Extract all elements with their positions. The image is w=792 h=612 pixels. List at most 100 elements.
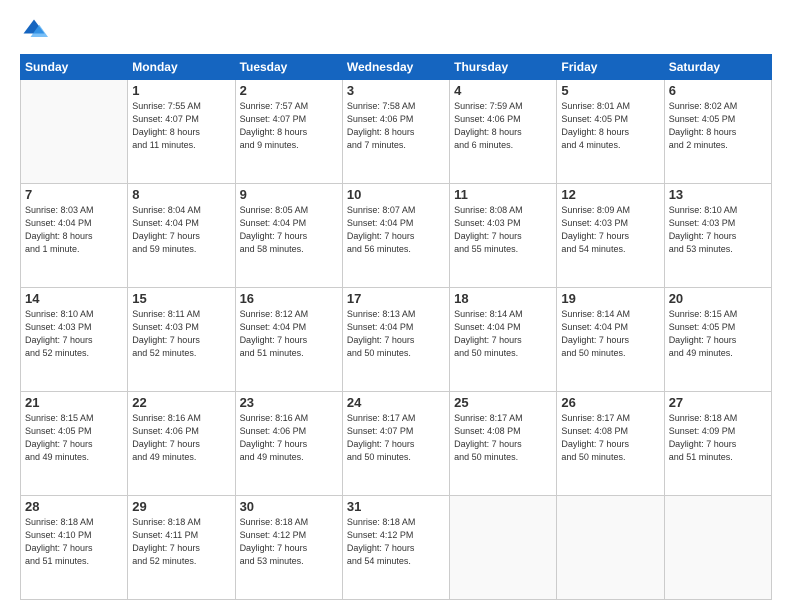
day-number: 12 bbox=[561, 187, 659, 202]
calendar-cell bbox=[21, 80, 128, 184]
day-number: 3 bbox=[347, 83, 445, 98]
calendar-cell bbox=[557, 496, 664, 600]
day-number: 8 bbox=[132, 187, 230, 202]
day-info: Sunrise: 8:15 AMSunset: 4:05 PMDaylight:… bbox=[25, 412, 123, 464]
calendar-cell: 3 Sunrise: 7:58 AMSunset: 4:06 PMDaylight… bbox=[342, 80, 449, 184]
day-number: 9 bbox=[240, 187, 338, 202]
day-info: Sunrise: 8:10 AMSunset: 4:03 PMDaylight:… bbox=[25, 308, 123, 360]
day-number: 24 bbox=[347, 395, 445, 410]
logo bbox=[20, 16, 52, 44]
day-number: 17 bbox=[347, 291, 445, 306]
col-header-tuesday: Tuesday bbox=[235, 55, 342, 80]
day-number: 25 bbox=[454, 395, 552, 410]
calendar-cell: 2 Sunrise: 7:57 AMSunset: 4:07 PMDaylight… bbox=[235, 80, 342, 184]
day-info: Sunrise: 8:02 AMSunset: 4:05 PMDaylight:… bbox=[669, 100, 767, 152]
calendar-header-row: SundayMondayTuesdayWednesdayThursdayFrid… bbox=[21, 55, 772, 80]
calendar-cell: 5Sunrise: 8:01 AMSunset: 4:05 PMDaylight… bbox=[557, 80, 664, 184]
day-number: 10 bbox=[347, 187, 445, 202]
calendar-cell: 23 Sunrise: 8:16 AMSunset: 4:06 PMDayligh… bbox=[235, 392, 342, 496]
calendar-cell: 22 Sunrise: 8:16 AMSunset: 4:06 PMDayligh… bbox=[128, 392, 235, 496]
day-info: Sunrise: 8:09 AMSunset: 4:03 PMDaylight:… bbox=[561, 204, 659, 256]
day-number: 26 bbox=[561, 395, 659, 410]
calendar-table: SundayMondayTuesdayWednesdayThursdayFrid… bbox=[20, 54, 772, 600]
calendar-cell: 29Sunrise: 8:18 AMSunset: 4:11 PMDayligh… bbox=[128, 496, 235, 600]
day-number: 23 bbox=[240, 395, 338, 410]
day-info: Sunrise: 8:04 AMSunset: 4:04 PMDaylight:… bbox=[132, 204, 230, 256]
day-info: Sunrise: 8:11 AMSunset: 4:03 PMDaylight:… bbox=[132, 308, 230, 360]
day-info: Sunrise: 7:57 AMSunset: 4:07 PMDaylight:… bbox=[240, 100, 338, 152]
calendar-cell: 28Sunrise: 8:18 AMSunset: 4:10 PMDayligh… bbox=[21, 496, 128, 600]
day-info: Sunrise: 8:14 AMSunset: 4:04 PMDaylight:… bbox=[454, 308, 552, 360]
calendar-cell: 7 Sunrise: 8:03 AMSunset: 4:04 PMDaylight… bbox=[21, 184, 128, 288]
day-number: 1 bbox=[132, 83, 230, 98]
day-number: 16 bbox=[240, 291, 338, 306]
day-number: 13 bbox=[669, 187, 767, 202]
day-info: Sunrise: 7:58 AMSunset: 4:06 PMDaylight:… bbox=[347, 100, 445, 152]
day-info: Sunrise: 8:15 AMSunset: 4:05 PMDaylight:… bbox=[669, 308, 767, 360]
calendar-cell: 20 Sunrise: 8:15 AMSunset: 4:05 PMDayligh… bbox=[664, 288, 771, 392]
calendar-cell: 31 Sunrise: 8:18 AMSunset: 4:12 PMDayligh… bbox=[342, 496, 449, 600]
day-info: Sunrise: 8:18 AMSunset: 4:10 PMDaylight:… bbox=[25, 516, 123, 568]
calendar-cell: 30 Sunrise: 8:18 AMSunset: 4:12 PMDayligh… bbox=[235, 496, 342, 600]
calendar-cell bbox=[450, 496, 557, 600]
day-number: 22 bbox=[132, 395, 230, 410]
day-info: Sunrise: 8:12 AMSunset: 4:04 PMDaylight:… bbox=[240, 308, 338, 360]
day-number: 2 bbox=[240, 83, 338, 98]
col-header-wednesday: Wednesday bbox=[342, 55, 449, 80]
calendar-cell: 9 Sunrise: 8:05 AMSunset: 4:04 PMDaylight… bbox=[235, 184, 342, 288]
day-info: Sunrise: 8:03 AMSunset: 4:04 PMDaylight:… bbox=[25, 204, 123, 256]
calendar-cell: 14Sunrise: 8:10 AMSunset: 4:03 PMDayligh… bbox=[21, 288, 128, 392]
col-header-saturday: Saturday bbox=[664, 55, 771, 80]
calendar-cell: 11 Sunrise: 8:08 AMSunset: 4:03 PMDayligh… bbox=[450, 184, 557, 288]
day-number: 18 bbox=[454, 291, 552, 306]
day-info: Sunrise: 8:16 AMSunset: 4:06 PMDaylight:… bbox=[132, 412, 230, 464]
calendar-cell: 21 Sunrise: 8:15 AMSunset: 4:05 PMDayligh… bbox=[21, 392, 128, 496]
day-number: 11 bbox=[454, 187, 552, 202]
day-info: Sunrise: 8:16 AMSunset: 4:06 PMDaylight:… bbox=[240, 412, 338, 464]
calendar-cell: 13 Sunrise: 8:10 AMSunset: 4:03 PMDayligh… bbox=[664, 184, 771, 288]
calendar-cell: 16 Sunrise: 8:12 AMSunset: 4:04 PMDayligh… bbox=[235, 288, 342, 392]
calendar-cell: 25Sunrise: 8:17 AMSunset: 4:08 PMDayligh… bbox=[450, 392, 557, 496]
header bbox=[20, 16, 772, 44]
week-row-3: 14Sunrise: 8:10 AMSunset: 4:03 PMDayligh… bbox=[21, 288, 772, 392]
col-header-sunday: Sunday bbox=[21, 55, 128, 80]
page: SundayMondayTuesdayWednesdayThursdayFrid… bbox=[0, 0, 792, 612]
day-info: Sunrise: 8:08 AMSunset: 4:03 PMDaylight:… bbox=[454, 204, 552, 256]
calendar-cell: 4Sunrise: 7:59 AMSunset: 4:06 PMDaylight… bbox=[450, 80, 557, 184]
day-number: 6 bbox=[669, 83, 767, 98]
day-info: Sunrise: 8:18 AMSunset: 4:12 PMDaylight:… bbox=[240, 516, 338, 568]
calendar-cell: 17Sunrise: 8:13 AMSunset: 4:04 PMDayligh… bbox=[342, 288, 449, 392]
day-info: Sunrise: 8:10 AMSunset: 4:03 PMDaylight:… bbox=[669, 204, 767, 256]
day-number: 15 bbox=[132, 291, 230, 306]
day-number: 20 bbox=[669, 291, 767, 306]
logo-icon bbox=[20, 16, 48, 44]
calendar-cell: 18 Sunrise: 8:14 AMSunset: 4:04 PMDayligh… bbox=[450, 288, 557, 392]
calendar-cell: 27Sunrise: 8:18 AMSunset: 4:09 PMDayligh… bbox=[664, 392, 771, 496]
calendar-cell: 19 Sunrise: 8:14 AMSunset: 4:04 PMDayligh… bbox=[557, 288, 664, 392]
day-info: Sunrise: 8:17 AMSunset: 4:07 PMDaylight:… bbox=[347, 412, 445, 464]
day-info: Sunrise: 8:05 AMSunset: 4:04 PMDaylight:… bbox=[240, 204, 338, 256]
day-number: 29 bbox=[132, 499, 230, 514]
day-info: Sunrise: 8:14 AMSunset: 4:04 PMDaylight:… bbox=[561, 308, 659, 360]
day-number: 7 bbox=[25, 187, 123, 202]
week-row-1: 1 Sunrise: 7:55 AMSunset: 4:07 PMDaylight… bbox=[21, 80, 772, 184]
calendar-cell: 6 Sunrise: 8:02 AMSunset: 4:05 PMDaylight… bbox=[664, 80, 771, 184]
day-info: Sunrise: 8:17 AMSunset: 4:08 PMDaylight:… bbox=[561, 412, 659, 464]
calendar-cell: 8 Sunrise: 8:04 AMSunset: 4:04 PMDaylight… bbox=[128, 184, 235, 288]
day-number: 30 bbox=[240, 499, 338, 514]
calendar-cell: 15 Sunrise: 8:11 AMSunset: 4:03 PMDayligh… bbox=[128, 288, 235, 392]
calendar-cell: 24 Sunrise: 8:17 AMSunset: 4:07 PMDayligh… bbox=[342, 392, 449, 496]
calendar-cell: 26 Sunrise: 8:17 AMSunset: 4:08 PMDayligh… bbox=[557, 392, 664, 496]
calendar-cell: 10Sunrise: 8:07 AMSunset: 4:04 PMDayligh… bbox=[342, 184, 449, 288]
day-number: 19 bbox=[561, 291, 659, 306]
day-info: Sunrise: 8:18 AMSunset: 4:12 PMDaylight:… bbox=[347, 516, 445, 568]
day-number: 5 bbox=[561, 83, 659, 98]
week-row-5: 28Sunrise: 8:18 AMSunset: 4:10 PMDayligh… bbox=[21, 496, 772, 600]
week-row-2: 7 Sunrise: 8:03 AMSunset: 4:04 PMDaylight… bbox=[21, 184, 772, 288]
calendar-cell: 1 Sunrise: 7:55 AMSunset: 4:07 PMDaylight… bbox=[128, 80, 235, 184]
day-number: 21 bbox=[25, 395, 123, 410]
week-row-4: 21 Sunrise: 8:15 AMSunset: 4:05 PMDayligh… bbox=[21, 392, 772, 496]
col-header-monday: Monday bbox=[128, 55, 235, 80]
day-info: Sunrise: 7:55 AMSunset: 4:07 PMDaylight:… bbox=[132, 100, 230, 152]
day-number: 31 bbox=[347, 499, 445, 514]
